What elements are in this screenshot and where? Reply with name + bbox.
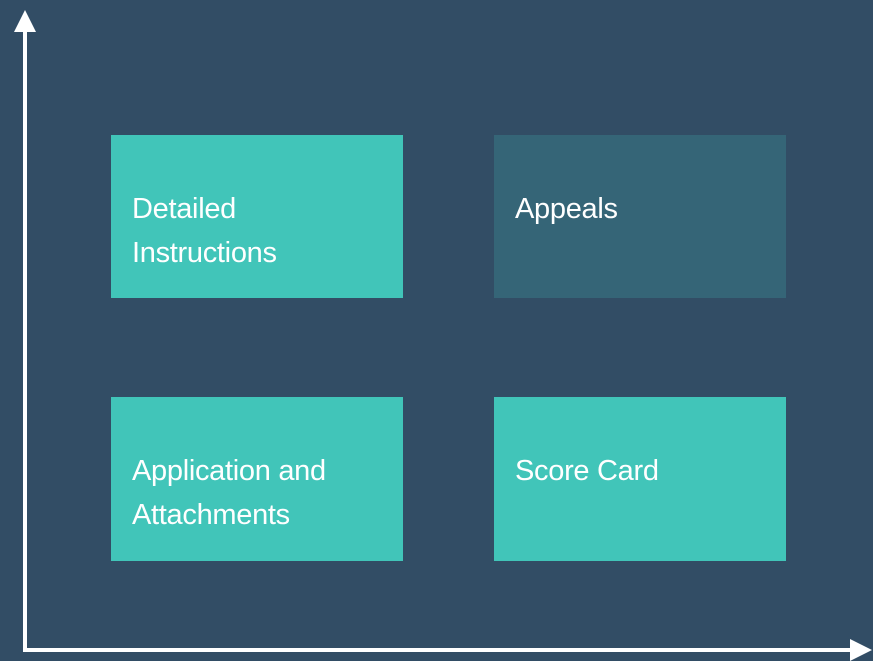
x-axis-arrowhead-icon	[850, 639, 872, 661]
axes	[14, 10, 872, 661]
diagram-canvas: Detailed Instructions Appeals Applicatio…	[0, 0, 873, 661]
quadrant-label: Application and Attachments	[132, 455, 326, 531]
y-axis-arrowhead-icon	[14, 10, 36, 32]
quadrant-label: Score Card	[515, 455, 659, 487]
quadrant-score-card: Score Card	[494, 397, 786, 561]
quadrant-detailed-instructions: Detailed Instructions	[111, 135, 403, 298]
quadrant-label: Appeals	[515, 193, 618, 225]
quadrant-label: Detailed Instructions	[132, 193, 277, 269]
quadrant-appeals: Appeals	[494, 135, 786, 298]
quadrant-application-and-attachments: Application and Attachments	[111, 397, 403, 561]
